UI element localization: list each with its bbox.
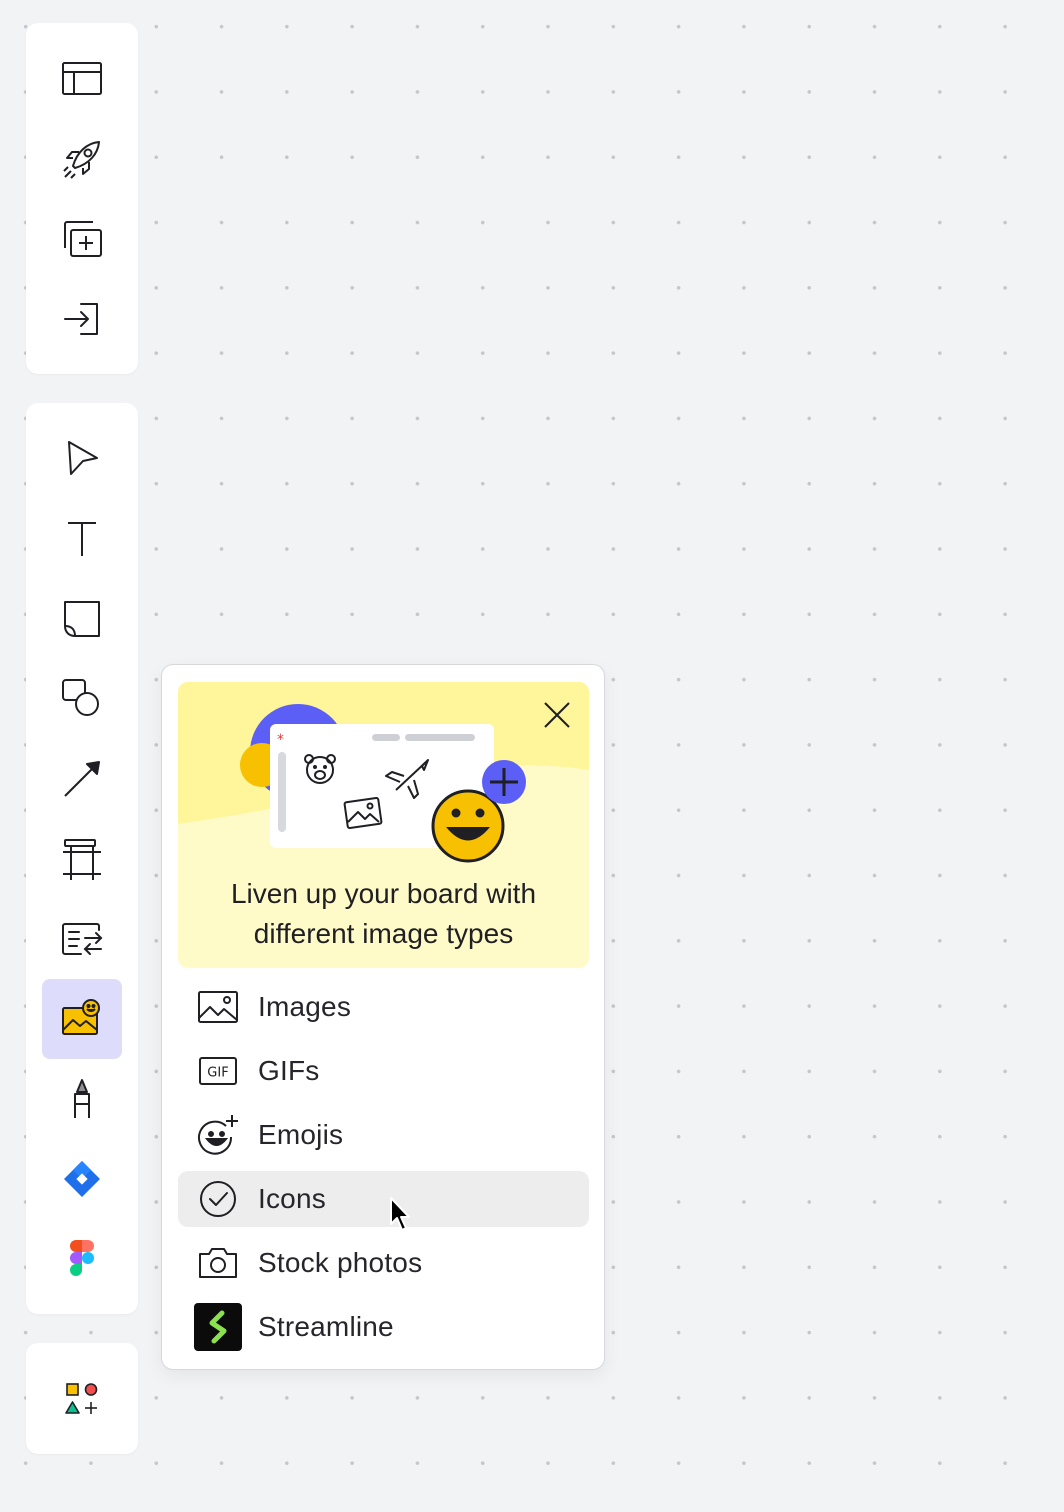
mouse-pointer-icon [390,1197,410,1231]
gif-badge-text: GIF [207,1066,228,1081]
menu-label: GIFs [258,1055,320,1086]
check-circle-icon [200,1181,236,1217]
tool-frame-layout[interactable] [42,39,122,119]
arrow-line-icon [64,761,100,797]
menu-item-stock-photos[interactable]: Stock photos [178,1235,589,1291]
frame-icon [63,839,101,880]
tool-templates[interactable] [42,119,122,199]
close-button[interactable] [540,698,574,732]
text-icon [68,522,96,556]
select-cursor-icon [68,441,98,475]
banner-text-line2: different image types [253,918,514,949]
menu-label: Streamline [258,1311,394,1342]
image-types-popover: * Liven up your board with different ima… [161,664,605,1370]
tool-frame[interactable] [42,819,122,899]
figma-icon [70,1240,94,1276]
menu-label: Icons [258,1183,326,1214]
menu-item-images[interactable]: Images [178,979,589,1035]
tool-text[interactable] [42,499,122,579]
toolbar-bottom [26,1343,138,1454]
gif-icon: GIF [199,1057,237,1085]
menu-item-gifs[interactable]: GIF GIFs [178,1043,589,1099]
banner-text: Liven up your board with different image… [178,874,589,954]
toolbar-main [26,403,138,1314]
rocket-icon [63,141,100,179]
svg-text:*: * [277,732,284,748]
close-icon [544,702,570,728]
tool-more-apps[interactable] [42,1359,122,1439]
tool-jira[interactable] [42,1139,122,1219]
menu-label: Emojis [258,1119,344,1150]
menu-label: Images [258,991,352,1022]
tool-sticky-note[interactable] [42,579,122,659]
tool-add-board[interactable] [42,199,122,279]
plus-badge-icon [482,760,526,804]
tool-image-emoji[interactable] [42,979,122,1059]
tool-card-swap[interactable] [42,899,122,979]
camera-icon [199,1248,237,1278]
toolbar-top [26,23,138,374]
tool-figma[interactable] [42,1219,122,1299]
menu-item-streamline[interactable]: Streamline [178,1299,589,1355]
import-icon [64,303,98,335]
menu-item-icons[interactable]: Icons [178,1171,589,1227]
smiley-icon [431,789,505,863]
shapes-icon [62,679,99,716]
frame-layout-icon [62,62,102,95]
card-swap-icon [62,923,103,955]
more-apps-icon [65,1383,98,1414]
tool-select[interactable] [42,419,122,499]
jira-icon [64,1161,100,1197]
promo-banner: * Liven up your board with different ima… [178,682,589,968]
banner-text-line1: Liven up your board with [230,878,537,909]
tool-shapes[interactable] [42,659,122,739]
tool-import[interactable] [42,279,122,359]
add-board-icon [64,221,102,257]
menu-item-emojis[interactable]: Emojis [178,1107,589,1163]
image-emoji-icon [62,999,100,1035]
image-icon [198,991,238,1023]
tool-arrow-line[interactable] [42,739,122,819]
tool-marker-pen[interactable] [42,1059,122,1139]
menu-label: Stock photos [258,1247,423,1278]
sticky-note-icon [64,601,100,637]
streamline-logo-icon [194,1303,242,1351]
marker-pen-icon [74,1079,90,1118]
emoji-add-icon [198,1115,238,1155]
